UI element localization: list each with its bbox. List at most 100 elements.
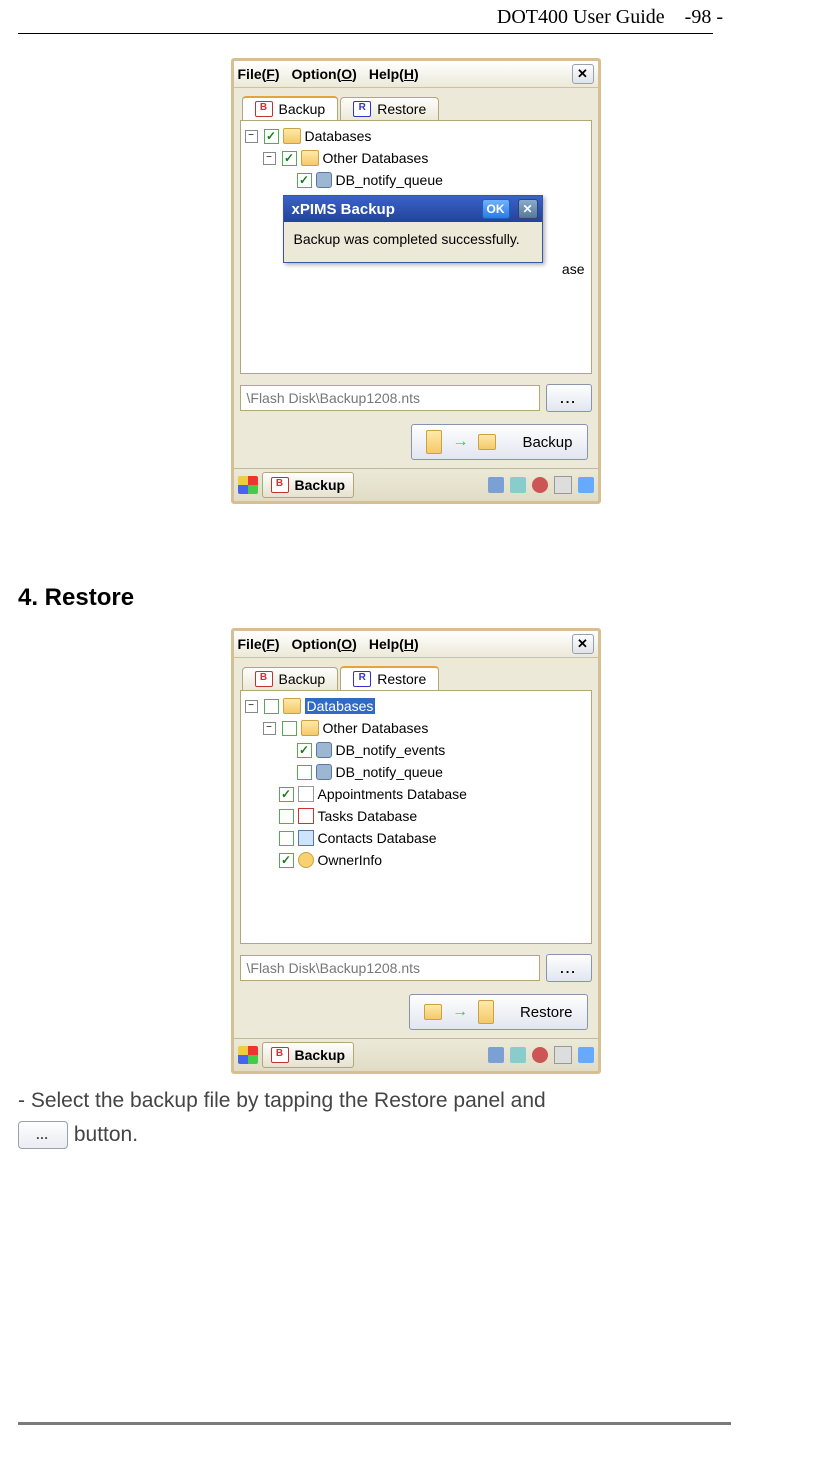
checkbox[interactable] <box>279 831 294 846</box>
tray-icon[interactable] <box>488 477 504 493</box>
browse-button[interactable]: ... <box>546 954 592 982</box>
instruction-text: - Select the backup file by tapping the … <box>18 1084 813 1151</box>
checkbox[interactable] <box>279 809 294 824</box>
checkbox[interactable] <box>264 699 279 714</box>
tree-label: Appointments Database <box>318 786 467 802</box>
popup-ok-button[interactable]: OK <box>482 199 510 219</box>
tray-icon[interactable] <box>532 1047 548 1063</box>
tree-label: OwnerInfo <box>318 852 383 868</box>
menu-file[interactable]: File(F) <box>238 66 280 82</box>
tree-root[interactable]: − Databases <box>245 695 587 717</box>
browse-button[interactable]: ... <box>546 384 592 412</box>
checkbox[interactable] <box>282 151 297 166</box>
expander-icon[interactable]: − <box>245 700 258 713</box>
checkbox[interactable] <box>279 853 294 868</box>
tree-label: Databases <box>305 128 372 144</box>
page-header: DOT400 User Guide -98 - <box>18 0 813 29</box>
path-input[interactable]: \Flash Disk\Backup1208.nts <box>240 385 540 411</box>
menu-file[interactable]: File(F) <box>238 636 280 652</box>
expander-icon[interactable]: − <box>245 130 258 143</box>
path-row: \Flash Disk\Backup1208.nts ... <box>240 954 592 982</box>
tray-volume-icon[interactable] <box>510 1047 526 1063</box>
tray-keyboard-icon[interactable] <box>554 476 572 494</box>
path-row: \Flash Disk\Backup1208.nts ... <box>240 384 592 412</box>
popup-close-icon[interactable]: ✕ <box>518 199 538 219</box>
action-row: → Backup <box>234 418 598 468</box>
database-icon <box>316 764 332 780</box>
tray-keyboard-icon[interactable] <box>554 1046 572 1064</box>
tray-volume-icon[interactable] <box>510 477 526 493</box>
tray-icon[interactable] <box>488 1047 504 1063</box>
checkbox[interactable] <box>282 721 297 736</box>
popup-message: Backup was completed successfully. <box>284 222 542 262</box>
menu-help[interactable]: Help(H) <box>369 66 419 82</box>
menu-option[interactable]: Option(O) <box>292 636 357 652</box>
tree-label: Other Databases <box>323 150 429 166</box>
tray-windows-icon[interactable] <box>578 477 594 493</box>
taskbar-app-button[interactable]: BBackup <box>262 472 355 498</box>
taskbar-app-button[interactable]: BBackup <box>262 1042 355 1068</box>
tree-root[interactable]: − Databases <box>245 125 587 147</box>
tree-label: DB_notify_events <box>336 742 446 758</box>
tray-windows-icon[interactable] <box>578 1047 594 1063</box>
section-heading: 4. Restore <box>18 584 813 612</box>
menu-help[interactable]: Help(H) <box>369 636 419 652</box>
checkbox[interactable] <box>297 743 312 758</box>
folder-icon <box>301 150 319 166</box>
checkbox[interactable] <box>297 173 312 188</box>
menu-option[interactable]: Option(O) <box>292 66 357 82</box>
restore-tab-icon: R <box>353 101 371 117</box>
instruction-line-2: button. <box>68 1123 138 1146</box>
checkbox[interactable] <box>297 765 312 780</box>
restore-button[interactable]: → Restore <box>409 994 588 1030</box>
tab-backup[interactable]: BBackup <box>242 667 339 690</box>
folder-icon <box>301 720 319 736</box>
tasks-icon <box>298 808 314 824</box>
arrow-icon: → <box>452 433 468 451</box>
tree-sub[interactable]: − Other Databases <box>245 717 587 739</box>
folder-icon <box>424 1004 442 1020</box>
tab-backup[interactable]: BBackup <box>242 96 339 121</box>
restore-tab-icon: R <box>353 671 371 687</box>
backup-tab-icon: B <box>255 101 273 117</box>
tree-item[interactable]: OwnerInfo <box>245 849 587 871</box>
start-icon[interactable] <box>238 1046 258 1064</box>
tab-restore[interactable]: RRestore <box>340 97 439 120</box>
menubar: File(F) Option(O) Help(H) ✕ <box>234 631 598 658</box>
database-icon <box>316 172 332 188</box>
checkbox[interactable] <box>279 787 294 802</box>
action-label: Restore <box>520 1004 573 1021</box>
system-tray <box>488 1046 594 1064</box>
start-icon[interactable] <box>238 476 258 494</box>
tree-item[interactable]: DB_notify_queue <box>245 169 587 191</box>
close-icon[interactable]: ✕ <box>572 634 594 654</box>
device-icon <box>478 1000 494 1024</box>
expander-icon[interactable]: − <box>263 722 276 735</box>
tree-item[interactable]: DB_notify_events <box>245 739 587 761</box>
tree-item[interactable]: Tasks Database <box>245 805 587 827</box>
tree-item[interactable]: Appointments Database <box>245 783 587 805</box>
close-icon[interactable]: ✕ <box>572 64 594 84</box>
tree-item[interactable]: Contacts Database <box>245 827 587 849</box>
tree-label: Contacts Database <box>318 830 437 846</box>
path-input[interactable]: \Flash Disk\Backup1208.nts <box>240 955 540 981</box>
folder-icon <box>478 434 496 450</box>
tree-label: Tasks Database <box>318 808 418 824</box>
tab-restore[interactable]: RRestore <box>340 666 439 691</box>
tree-label-selected: Databases <box>305 698 376 714</box>
partial-text: ase <box>562 261 585 277</box>
owner-icon <box>298 852 314 868</box>
expander-icon[interactable]: − <box>263 152 276 165</box>
tree-sub[interactable]: − Other Databases <box>245 147 587 169</box>
tree-item[interactable]: DB_notify_queue <box>245 761 587 783</box>
action-row: → Restore <box>234 988 598 1038</box>
folder-icon <box>283 698 301 714</box>
system-tray <box>488 476 594 494</box>
checkbox[interactable] <box>264 129 279 144</box>
tree-pane: − Databases − Other Databases DB_notify_… <box>240 690 592 944</box>
instruction-line-1: - Select the backup file by tapping the … <box>18 1089 546 1112</box>
backup-button[interactable]: → Backup <box>411 424 587 460</box>
doc-title: DOT400 User Guide <box>497 6 665 29</box>
popup-title-text: xPIMS Backup <box>292 201 395 218</box>
tray-icon[interactable] <box>532 477 548 493</box>
